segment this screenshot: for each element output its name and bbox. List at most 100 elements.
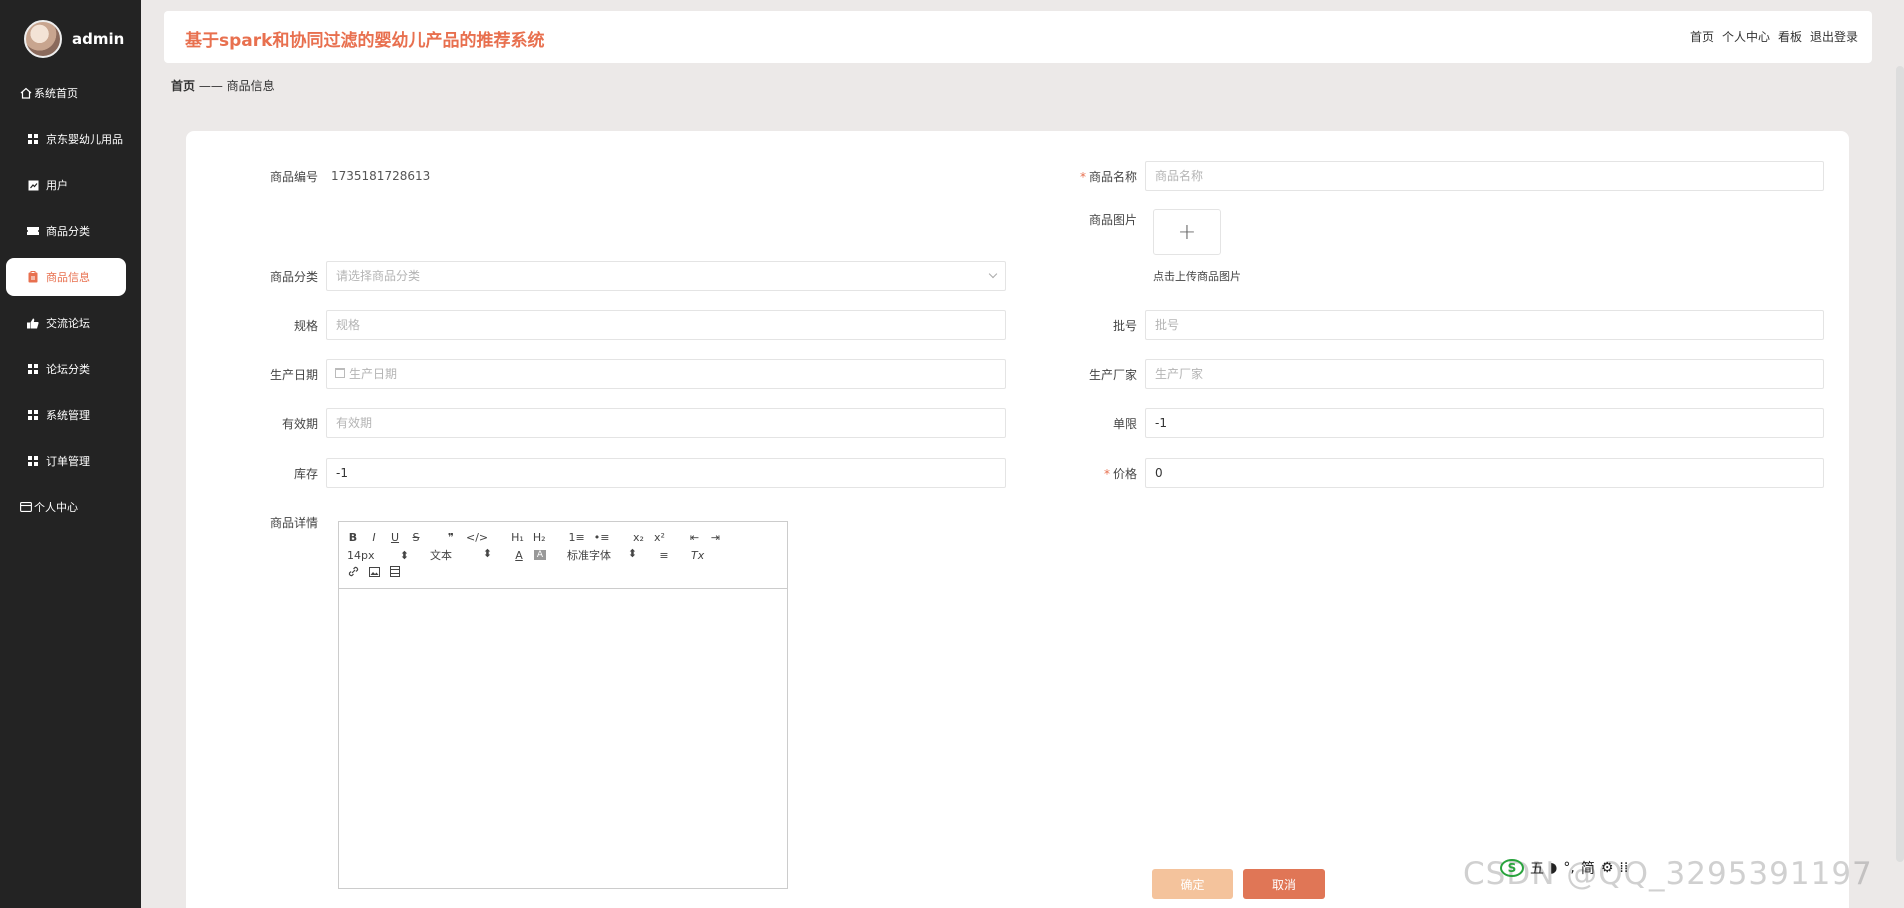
limit-row: 单限 bbox=[1005, 408, 1824, 438]
ime-settings-icon[interactable]: ⚙ bbox=[1601, 860, 1614, 876]
production-date-row: 生产日期 bbox=[186, 359, 1006, 389]
nav-dashboard-link[interactable]: 看板 bbox=[1778, 28, 1802, 45]
nav-home-link[interactable]: 首页 bbox=[1690, 28, 1714, 45]
sidebar-item-label: 京东婴幼儿用品 bbox=[46, 133, 123, 146]
manufacturer-row: 生产厂家 bbox=[1005, 359, 1824, 389]
select-arrows-icon: ⬍ bbox=[627, 547, 637, 560]
align-button[interactable]: ≡ bbox=[658, 549, 670, 562]
sidebar-item-product-category[interactable]: 商品分类 bbox=[6, 212, 126, 250]
expiry-label: 有效期 bbox=[281, 416, 318, 431]
select-arrows-icon: ⬍ bbox=[399, 548, 409, 562]
thumb-icon bbox=[27, 317, 39, 329]
breadcrumb-home[interactable]: 首页 bbox=[171, 79, 195, 93]
category-select[interactable] bbox=[326, 261, 1006, 291]
price-row: * 价格 bbox=[1005, 458, 1824, 488]
expiry-row: 有效期 bbox=[186, 408, 1006, 438]
expiry-input[interactable] bbox=[326, 408, 1006, 438]
price-input[interactable] bbox=[1145, 458, 1824, 488]
sidebar-item-product-info[interactable]: 商品信息 bbox=[6, 258, 126, 296]
image-icon[interactable] bbox=[368, 566, 380, 580]
code-block-button[interactable]: </> bbox=[466, 531, 488, 544]
ime-grid-icon[interactable]: ⁞⁞ bbox=[1619, 860, 1628, 876]
production-date-input[interactable] bbox=[326, 359, 1006, 389]
indent-button[interactable]: ⇥ bbox=[709, 531, 721, 544]
sidebar-item-system[interactable]: 系统管理 bbox=[6, 396, 126, 434]
superscript-button[interactable]: x² bbox=[653, 531, 665, 544]
spec-input[interactable] bbox=[326, 310, 1006, 340]
sidebar-item-users[interactable]: 用户 bbox=[6, 166, 126, 204]
stock-input[interactable] bbox=[326, 458, 1006, 488]
subscript-button[interactable]: x₂ bbox=[632, 531, 644, 544]
product-name-input[interactable] bbox=[1145, 161, 1824, 191]
production-date-picker[interactable] bbox=[326, 359, 1006, 389]
ime-punctuation-icon[interactable]: °, bbox=[1563, 860, 1574, 876]
font-family-select[interactable]: 标准字体 ⬍ bbox=[567, 547, 637, 563]
sidebar-item-forum[interactable]: 交流论坛 bbox=[6, 304, 126, 342]
sidebar-item-orders[interactable]: 订单管理 bbox=[6, 442, 126, 480]
product-name-row: * 商品名称 bbox=[1005, 161, 1824, 191]
cancel-button[interactable]: 取消 bbox=[1243, 869, 1325, 899]
category-label: 商品分类 bbox=[269, 269, 318, 284]
text-style-select[interactable]: 文本 ⬍ bbox=[430, 547, 492, 563]
header1-button[interactable]: H₁ bbox=[511, 531, 524, 544]
font-color-button[interactable]: A bbox=[513, 549, 525, 562]
sidebar-item-label: 论坛分类 bbox=[46, 363, 90, 376]
blockquote-button[interactable]: ❞ bbox=[445, 531, 457, 544]
product-id-row: 商品编号 1735181728613 bbox=[186, 161, 430, 191]
background-color-button[interactable]: A bbox=[534, 550, 546, 560]
category-row: 商品分类 bbox=[186, 261, 1006, 291]
image-upload-button[interactable]: + bbox=[1153, 209, 1221, 255]
product-image-row: 商品图片 bbox=[1005, 211, 1145, 228]
nav-profile-link[interactable]: 个人中心 bbox=[1722, 28, 1770, 45]
ordered-list-button[interactable]: 1≡ bbox=[569, 531, 585, 544]
sidebar-item-jd-baby[interactable]: 京东婴幼儿用品 bbox=[6, 120, 126, 158]
sidebar-item-profile[interactable]: 个人中心 bbox=[6, 488, 126, 526]
link-icon[interactable] bbox=[347, 566, 359, 580]
toolbar-row: 14px ⬍ 文本 ⬍ A A 标准字体 ⬍ ≡ Tx bbox=[347, 546, 779, 564]
sidebar: admin 系统首页 京东婴幼儿用品 用户 商品分类 商品信息 交流论坛 论坛分… bbox=[0, 0, 141, 908]
editor-toolbar: B I U S ❞ </> H₁ H₂ 1≡ •≡ x₂ x² ⇤ ⇥ 14px… bbox=[339, 522, 787, 589]
sidebar-item-home[interactable]: 系统首页 bbox=[6, 74, 126, 112]
ime-simplified-button[interactable]: 简 bbox=[1581, 858, 1595, 878]
category-select-input[interactable] bbox=[326, 261, 1006, 291]
outdent-button[interactable]: ⇤ bbox=[688, 531, 700, 544]
sidebar-item-label: 商品分类 bbox=[46, 225, 90, 238]
limit-label: 单限 bbox=[1112, 416, 1137, 431]
ticket-icon bbox=[27, 225, 39, 237]
card-icon bbox=[20, 501, 32, 513]
toolbar-row bbox=[347, 564, 779, 582]
sidebar-item-forum-category[interactable]: 论坛分类 bbox=[6, 350, 126, 388]
spec-row: 规格 bbox=[186, 310, 1006, 340]
home-icon bbox=[20, 87, 32, 99]
avatar[interactable] bbox=[24, 20, 62, 58]
nav-logout-link[interactable]: 退出登录 bbox=[1810, 28, 1858, 45]
details-row: 商品详情 bbox=[186, 507, 326, 537]
strike-button[interactable]: S bbox=[410, 531, 422, 544]
font-size-select[interactable]: 14px ⬍ bbox=[347, 549, 409, 562]
underline-button[interactable]: U bbox=[389, 531, 401, 544]
limit-input[interactable] bbox=[1145, 408, 1824, 438]
ime-moon-icon[interactable]: ◗ bbox=[1550, 860, 1557, 876]
clear-format-button[interactable]: Tx bbox=[691, 549, 704, 562]
italic-button[interactable]: I bbox=[368, 531, 380, 544]
production-date-label: 生产日期 bbox=[269, 367, 318, 382]
bullet-list-button[interactable]: •≡ bbox=[594, 531, 610, 544]
grid-icon bbox=[27, 363, 39, 375]
ime-toolbar[interactable]: S 五 ◗ °, 简 ⚙ ⁞⁞ bbox=[1500, 858, 1628, 878]
sidebar-item-label: 个人中心 bbox=[34, 501, 78, 514]
batch-input[interactable] bbox=[1145, 310, 1824, 340]
grid-icon bbox=[27, 409, 39, 421]
select-arrows-icon: ⬍ bbox=[482, 547, 492, 560]
ime-wubi-button[interactable]: 五 bbox=[1530, 858, 1544, 878]
sidebar-item-label: 交流论坛 bbox=[46, 317, 90, 330]
video-icon[interactable] bbox=[389, 566, 401, 580]
confirm-button[interactable]: 确定 bbox=[1152, 869, 1233, 899]
editor-content[interactable] bbox=[339, 589, 787, 889]
app-title: 基于spark和协同过滤的婴幼儿产品的推荐系统 bbox=[185, 31, 545, 51]
bold-button[interactable]: B bbox=[347, 531, 359, 544]
page-scrollbar[interactable] bbox=[1896, 66, 1904, 862]
grid-icon bbox=[27, 133, 39, 145]
sidebar-item-label: 商品信息 bbox=[46, 271, 90, 284]
manufacturer-input[interactable] bbox=[1145, 359, 1824, 389]
header2-button[interactable]: H₂ bbox=[533, 531, 546, 544]
